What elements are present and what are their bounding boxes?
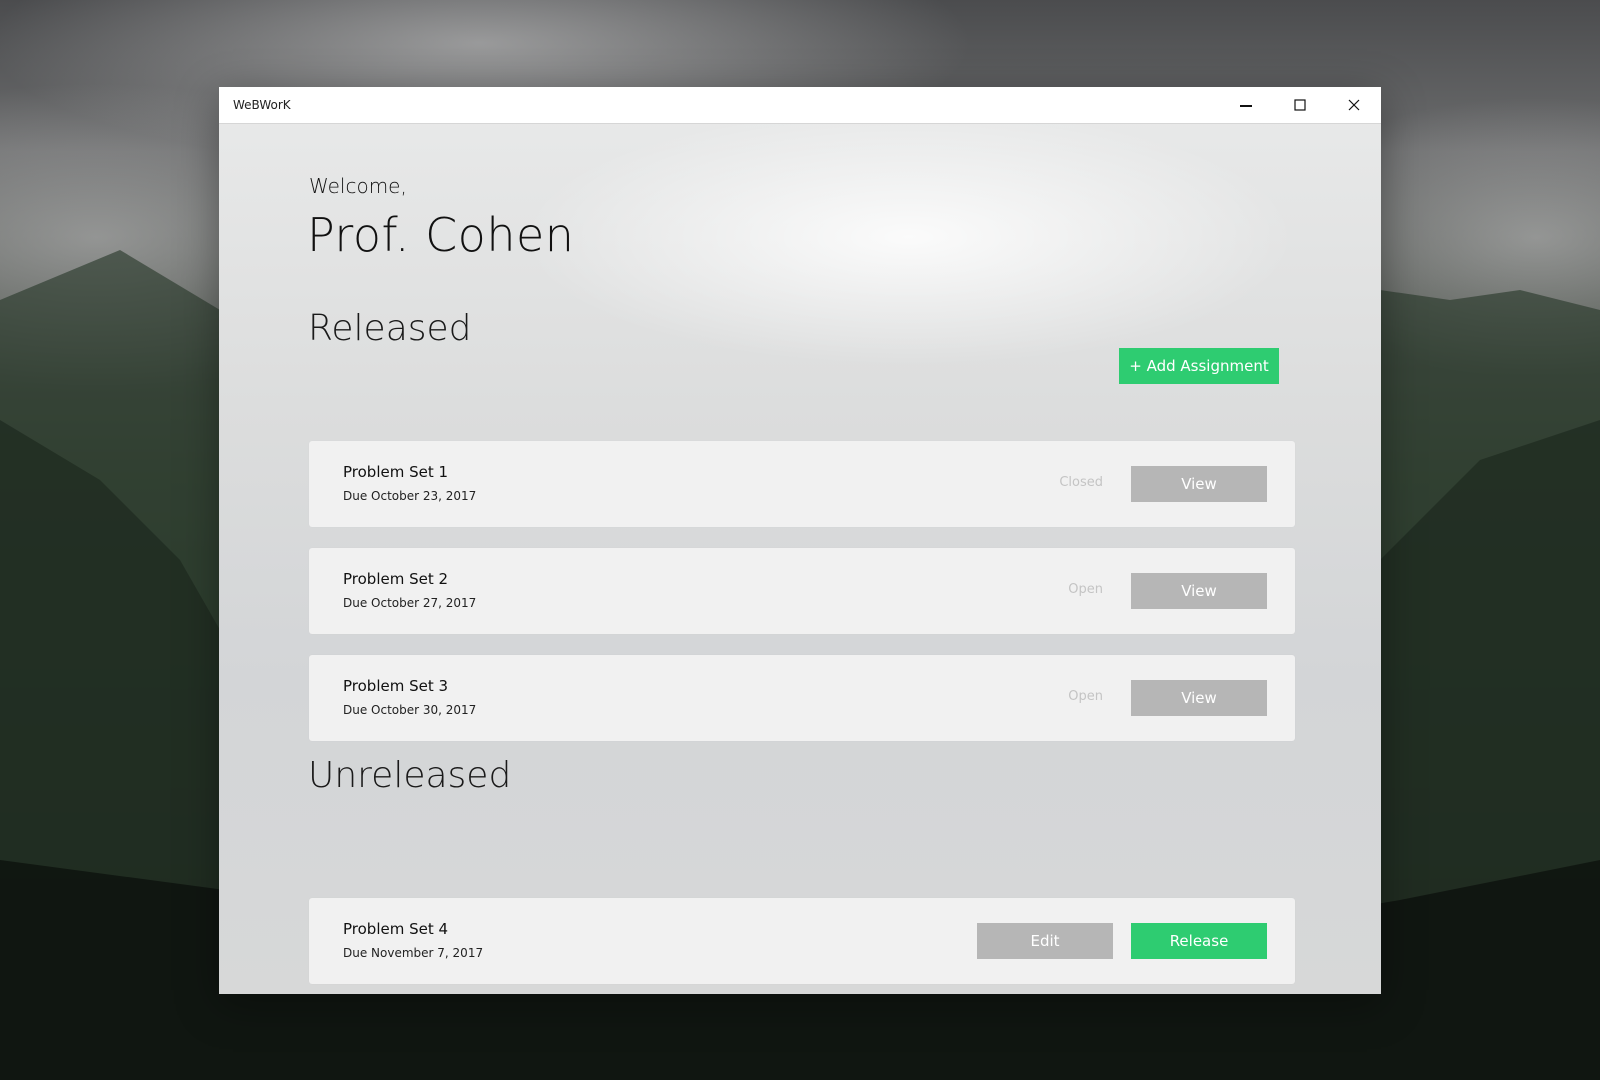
maximize-icon xyxy=(1294,99,1306,111)
edit-button[interactable]: Edit xyxy=(977,923,1113,959)
view-button[interactable]: View xyxy=(1131,573,1267,609)
assignment-name: Problem Set 4 xyxy=(343,920,449,938)
app-title: WeBWorK xyxy=(233,98,291,112)
unreleased-section-title: Unreleased xyxy=(308,755,512,796)
assignment-due-date: Due October 27, 2017 xyxy=(343,596,477,610)
view-button[interactable]: View xyxy=(1131,680,1267,716)
user-name-heading: Prof. Cohen xyxy=(307,208,575,262)
assignment-card: Problem Set 1 Due October 23, 2017 Close… xyxy=(309,441,1295,527)
assignment-name: Problem Set 2 xyxy=(343,570,449,588)
assignment-status: Open xyxy=(1068,582,1103,597)
assignment-due-date: Due October 23, 2017 xyxy=(343,489,477,503)
add-assignment-button[interactable]: + Add Assignment xyxy=(1119,348,1279,384)
app-window: WeBWorK Welcome, Prof. Cohen Released + … xyxy=(219,87,1381,994)
assignment-status: Closed xyxy=(1059,475,1103,490)
release-button[interactable]: Release xyxy=(1131,923,1267,959)
released-section-title: Released xyxy=(308,308,472,349)
view-button[interactable]: View xyxy=(1131,466,1267,502)
assignment-name: Problem Set 3 xyxy=(343,677,449,695)
maximize-button[interactable] xyxy=(1273,87,1327,123)
assignment-status: Open xyxy=(1068,689,1103,704)
desktop-background: WeBWorK Welcome, Prof. Cohen Released + … xyxy=(0,0,1600,1080)
minimize-icon xyxy=(1240,105,1252,107)
minimize-button[interactable] xyxy=(1219,87,1273,123)
close-button[interactable] xyxy=(1327,87,1381,123)
assignment-due-date: Due November 7, 2017 xyxy=(343,946,484,960)
assignment-card-unreleased: Problem Set 4 Due November 7, 2017 Edit … xyxy=(309,898,1295,984)
close-icon xyxy=(1348,99,1360,111)
assignment-card: Problem Set 3 Due October 30, 2017 Open … xyxy=(309,655,1295,741)
welcome-label: Welcome, xyxy=(309,174,407,198)
assignment-name: Problem Set 1 xyxy=(343,463,449,481)
title-bar: WeBWorK xyxy=(219,87,1381,124)
assignment-card: Problem Set 2 Due October 27, 2017 Open … xyxy=(309,548,1295,634)
assignment-due-date: Due October 30, 2017 xyxy=(343,703,477,717)
